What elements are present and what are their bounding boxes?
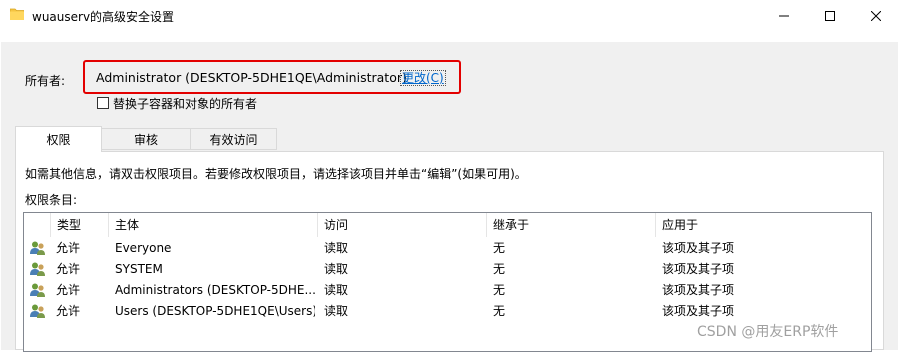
permission-entries-label: 权限条目: <box>25 193 78 207</box>
row-type: 允许 <box>56 283 81 297</box>
table-row[interactable]: 允许 Administrators (DESKTOP-5DHE... 读取 无 … <box>24 280 871 301</box>
folder-icon <box>10 8 24 20</box>
row-applies-to: 该项及其子项 <box>662 304 735 318</box>
row-type: 允许 <box>56 262 81 276</box>
row-applies-to: 该项及其子项 <box>662 241 735 255</box>
row-access: 读取 <box>324 262 349 276</box>
tab-effective-access-label: 有效访问 <box>209 132 258 147</box>
replace-owner-checkbox[interactable] <box>97 97 109 109</box>
users-icon <box>30 283 45 297</box>
row-principal: Users (DESKTOP-5DHE1QE\Users) <box>115 304 315 318</box>
tab-permissions[interactable]: 权限 <box>15 126 102 152</box>
owner-label: 所有者: <box>25 74 66 88</box>
tab-auditing-label: 审核 <box>133 132 158 147</box>
row-inherited-from: 无 <box>493 241 506 255</box>
maximize-icon <box>825 11 835 21</box>
minimize-icon <box>779 15 789 17</box>
close-button[interactable] <box>853 0 899 32</box>
minimize-button[interactable] <box>761 0 807 32</box>
row-type: 允许 <box>56 241 81 255</box>
table-row[interactable]: 允许 Users (DESKTOP-5DHE1QE\Users) 读取 无 该项… <box>24 301 871 322</box>
column-header-type[interactable]: 类型 <box>51 213 109 237</box>
window-title: wuauserv的高级安全设置 <box>32 10 175 24</box>
row-applies-to: 该项及其子项 <box>662 262 735 276</box>
row-principal: SYSTEM <box>115 262 163 276</box>
users-icon <box>30 262 45 276</box>
tab-effective-access[interactable]: 有效访问 <box>190 128 277 150</box>
row-applies-to: 该项及其子项 <box>662 283 735 297</box>
column-header-applies-to[interactable]: 应用于 <box>656 213 871 237</box>
row-principal: Administrators (DESKTOP-5DHE... <box>115 283 315 297</box>
column-header-access[interactable]: 访问 <box>318 213 487 237</box>
column-header-icon <box>24 213 51 237</box>
info-text: 如需其他信息，请双击权限项目。若要修改权限项目，请选择该项目并单击“编辑”(如果… <box>25 167 527 181</box>
row-inherited-from: 无 <box>493 262 506 276</box>
row-type: 允许 <box>56 304 81 318</box>
users-icon <box>30 241 45 255</box>
row-principal: Everyone <box>115 241 172 255</box>
column-header-principal[interactable]: 主体 <box>109 213 318 237</box>
row-access: 读取 <box>324 304 349 318</box>
close-icon <box>871 11 881 21</box>
row-inherited-from: 无 <box>493 283 506 297</box>
row-access: 读取 <box>324 241 349 255</box>
tab-auditing[interactable]: 审核 <box>101 128 191 150</box>
row-access: 读取 <box>324 283 349 297</box>
table-row[interactable]: 允许 Everyone 读取 无 该项及其子项 <box>24 238 871 259</box>
column-header-inherited-from[interactable]: 继承于 <box>487 213 656 237</box>
users-icon <box>30 304 45 318</box>
owner-highlight-box <box>83 60 461 94</box>
table-row[interactable]: 允许 SYSTEM 读取 无 该项及其子项 <box>24 259 871 280</box>
title-bar: wuauserv的高级安全设置 <box>0 0 899 32</box>
maximize-button[interactable] <box>807 0 853 32</box>
row-inherited-from: 无 <box>493 304 506 318</box>
tab-permissions-label: 权限 <box>46 133 71 147</box>
replace-owner-label: 替换子容器和对象的所有者 <box>113 97 258 111</box>
watermark: CSDN @用友ERP软件 <box>697 324 839 340</box>
